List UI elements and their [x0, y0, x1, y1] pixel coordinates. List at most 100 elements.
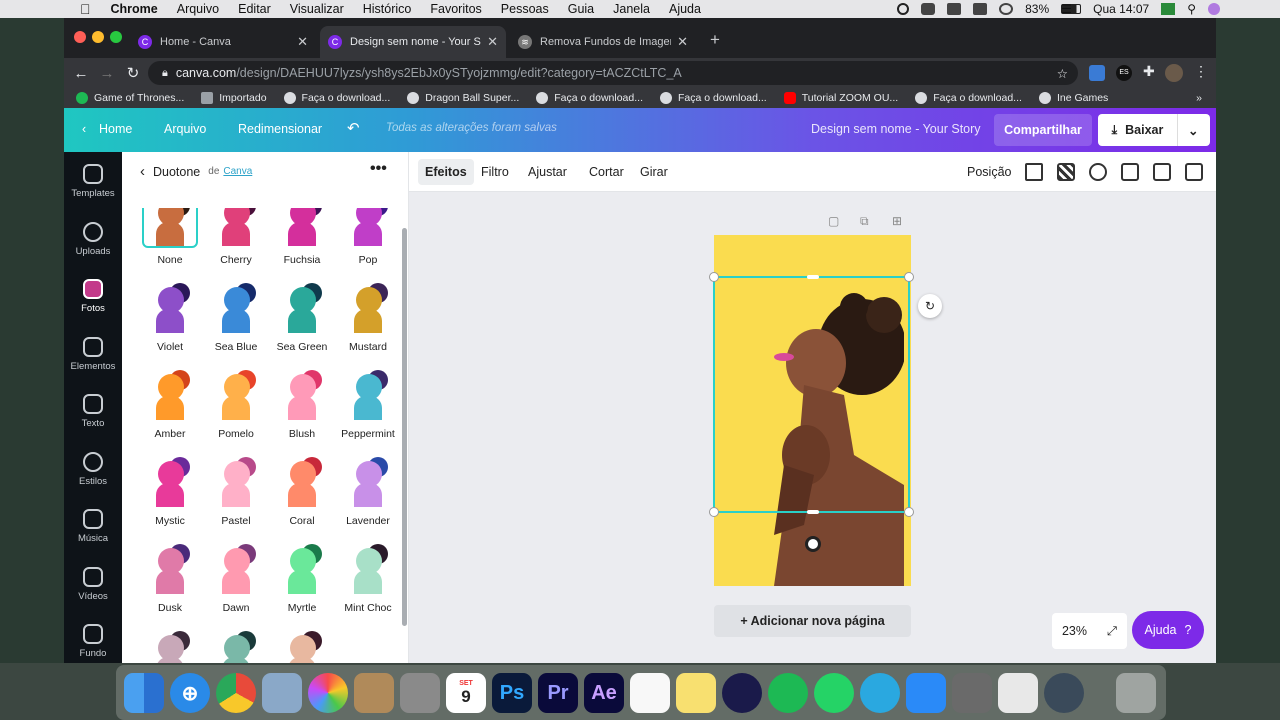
copy-page-icon[interactable]: ⧉	[860, 214, 869, 229]
photoshop-icon[interactable]: Ps	[492, 673, 532, 713]
chrome-menu-icon[interactable]: ⋮	[1194, 63, 1208, 80]
link-icon[interactable]	[1089, 163, 1107, 181]
forward-icon[interactable]: →	[94, 65, 120, 82]
omnibox[interactable]: 🔒︎ canva.com/design/DAEHUU7lyzs/ysh8ys2E…	[148, 61, 1078, 85]
flag-icon[interactable]	[1161, 3, 1176, 15]
rail-estilos[interactable]: Estilos	[64, 452, 122, 502]
chevron-down-icon[interactable]: ⌄	[1188, 123, 1198, 138]
chevron-left-icon[interactable]: ‹	[82, 122, 86, 136]
duotone-swatch[interactable]: Pastel	[206, 455, 266, 527]
duotone-swatch[interactable]: Sea Green	[272, 281, 332, 353]
notes-icon[interactable]	[947, 3, 962, 15]
zoom-window-button[interactable]	[110, 31, 122, 43]
new-tab-icon[interactable]: +	[710, 30, 720, 50]
reload-icon[interactable]: ↻	[120, 64, 146, 82]
rail-fundo[interactable]: Fundo	[64, 624, 122, 663]
duotone-swatch[interactable]: Dusk	[140, 542, 200, 614]
note-icon[interactable]: ▢	[828, 214, 839, 228]
bookmark-item[interactable]: Ine Games	[1038, 92, 1108, 104]
wifi-icon[interactable]	[999, 3, 1014, 15]
app-store-icon[interactable]	[906, 673, 946, 713]
duotone-swatch[interactable]: Blush	[272, 368, 332, 440]
whatsapp-icon[interactable]	[814, 673, 854, 713]
rotate-icon[interactable]	[805, 536, 821, 552]
system-preferences-icon[interactable]	[952, 673, 992, 713]
menu-guia[interactable]: Guia	[568, 2, 594, 16]
side-handle[interactable]	[807, 275, 819, 279]
zoom-control[interactable]: 23% ⤢	[1052, 613, 1127, 649]
extension-icon[interactable]	[1089, 65, 1105, 81]
menu-pessoas[interactable]: Pessoas	[501, 2, 549, 16]
spotlight-icon[interactable]: ⚲	[1187, 2, 1196, 16]
bookmark-item[interactable]: Faça o download...	[915, 92, 1022, 104]
duotone-swatch[interactable]: Pop	[338, 208, 398, 266]
selection-frame[interactable]	[709, 272, 914, 552]
zoom-level[interactable]: 23%	[1062, 624, 1087, 638]
after-effects-icon[interactable]: Ae	[584, 673, 624, 713]
add-page-icon[interactable]: ⊞	[892, 214, 902, 228]
bookmark-item[interactable]: Dragon Ball Super...	[407, 92, 519, 104]
more-options-icon[interactable]: •••	[370, 160, 387, 178]
menu-arquivo[interactable]: Arquivo	[177, 2, 219, 16]
duotone-swatch[interactable]	[272, 629, 332, 663]
duotone-swatch[interactable]: Fuchsia	[272, 208, 332, 266]
undo-icon[interactable]: ↶	[347, 119, 360, 137]
download-button[interactable]: ⤓ Baixar ⌄	[1098, 114, 1210, 146]
duotone-swatch[interactable]: Mint Choc	[338, 542, 398, 614]
unlock-icon[interactable]	[1121, 163, 1139, 181]
finder-icon[interactable]	[124, 673, 164, 713]
menu-ajuda[interactable]: Ajuda	[669, 2, 701, 16]
language-extension-icon[interactable]: ES	[1116, 65, 1132, 81]
back-arrow-icon[interactable]: ‹	[140, 163, 145, 180]
duotone-swatch[interactable]: Dawn	[206, 542, 266, 614]
side-handle[interactable]	[807, 510, 819, 514]
tab-cortar[interactable]: Cortar	[582, 159, 631, 185]
telegram-icon[interactable]	[860, 673, 900, 713]
duplicate-icon[interactable]	[1153, 163, 1171, 181]
back-icon[interactable]: ←	[68, 65, 94, 82]
calculator-icon[interactable]	[400, 673, 440, 713]
display-icon[interactable]	[973, 3, 988, 15]
transparency-icon[interactable]	[1057, 163, 1075, 181]
menu-janela[interactable]: Janela	[613, 2, 650, 16]
duotone-swatch[interactable]	[140, 629, 200, 663]
bookmark-star-icon[interactable]: ☆	[1057, 66, 1068, 81]
tab-filtro[interactable]: Filtro	[474, 159, 516, 185]
comment-icon[interactable]: ↻	[918, 294, 942, 318]
resize-button[interactable]: Redimensionar	[238, 122, 322, 136]
duotone-swatch[interactable]: Sea Blue	[206, 281, 266, 353]
rail-fotos[interactable]: Fotos	[64, 279, 122, 329]
duotone-swatch[interactable]: Amber	[140, 368, 200, 440]
paint-roller-icon[interactable]	[1025, 163, 1043, 181]
duotone-swatch[interactable]: Pomelo	[206, 368, 266, 440]
tab-design-story[interactable]: C Design sem nome - Your Story ✕	[320, 26, 506, 58]
chrome-icon[interactable]	[216, 673, 256, 713]
close-window-button[interactable]	[74, 31, 86, 43]
record-icon[interactable]	[897, 3, 910, 15]
fullscreen-icon[interactable]: ⤢	[1107, 624, 1117, 639]
resize-handle[interactable]	[904, 272, 914, 282]
minimize-window-button[interactable]	[92, 31, 104, 43]
quicktime-icon[interactable]	[1044, 673, 1084, 713]
bookmark-item[interactable]: Faça o download...	[536, 92, 643, 104]
tab-remova-fundos[interactable]: ≋ Remova Fundos de Imagens – ✕	[510, 26, 696, 58]
design-title[interactable]: Design sem nome - Your Story	[811, 122, 981, 136]
bookmark-item[interactable]: Game of Thrones...	[76, 92, 184, 104]
duotone-swatch[interactable]: Mystic	[140, 455, 200, 527]
tab-ajustar[interactable]: Ajustar	[521, 159, 574, 185]
bookmark-item[interactable]: Faça o download...	[283, 92, 390, 104]
profile-avatar[interactable]	[1165, 64, 1183, 82]
bookmark-folder[interactable]: Importado	[201, 92, 267, 104]
menu-historico[interactable]: Histórico	[363, 2, 412, 16]
resize-handle[interactable]	[904, 507, 914, 517]
duotone-swatch[interactable]: Cherry	[206, 208, 266, 266]
duotone-swatch[interactable]: Mustard	[338, 281, 398, 353]
position-button[interactable]: Posição	[960, 159, 1018, 185]
duotone-swatch[interactable]: Lavender	[338, 455, 398, 527]
menu-chrome[interactable]: Chrome	[111, 2, 158, 16]
duotone-swatch[interactable]: Peppermint	[338, 368, 398, 440]
roblox-icon[interactable]	[998, 673, 1038, 713]
apple-icon[interactable]: 	[80, 1, 91, 17]
bookmark-item[interactable]: Faça o download...	[660, 92, 767, 104]
cloud-icon[interactable]	[921, 3, 936, 15]
